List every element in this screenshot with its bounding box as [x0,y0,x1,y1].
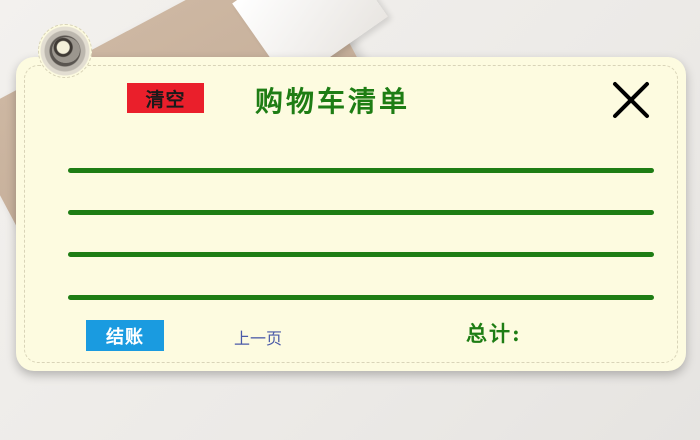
cart-item-row [68,295,654,300]
grommet-hole [52,37,80,63]
clear-cart-button[interactable]: 清空 [127,83,204,113]
cart-item-row [68,168,654,173]
checkout-button[interactable]: 结账 [86,320,164,351]
cart-item-row [68,210,654,215]
close-icon-graphic [613,82,649,118]
page-title: 购物车清单 [255,85,411,118]
previous-page-link[interactable]: 上一页 [234,325,282,349]
close-icon[interactable] [611,80,651,120]
total-label: 总计: [466,321,522,346]
cart-item-row [68,252,654,257]
